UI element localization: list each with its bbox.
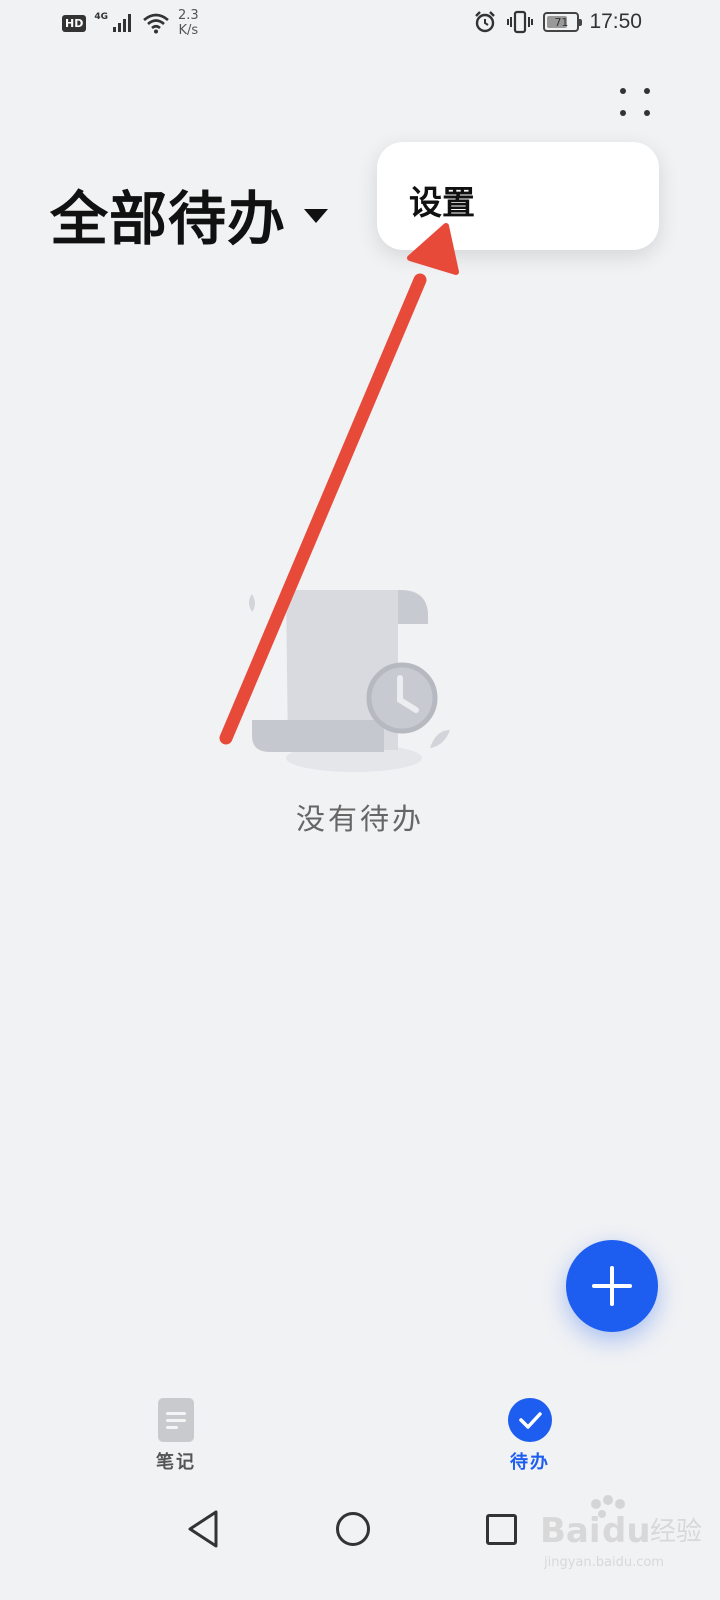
network-speed-value: 2.3 — [178, 8, 199, 23]
vibrate-icon — [507, 10, 534, 34]
tab-notes[interactable]: 笔记 — [116, 1396, 236, 1476]
page-title: 全部待办 — [50, 185, 287, 253]
svg-text:du: du — [602, 1511, 651, 1551]
battery-level: 71 — [554, 15, 569, 29]
tab-notes-label: 笔记 — [156, 1452, 196, 1473]
signal-icon — [113, 14, 131, 32]
more-options-icon[interactable] — [612, 80, 658, 126]
svg-text:经验: 经验 — [650, 1517, 702, 1547]
wifi-icon — [143, 13, 169, 34]
todo-filter-dropdown[interactable]: 全部待办 — [50, 172, 329, 256]
alarm-icon — [475, 11, 496, 33]
back-icon[interactable] — [186, 1506, 220, 1552]
empty-state-text: 没有待办 — [295, 802, 424, 836]
notes-icon — [158, 1398, 194, 1442]
menu-item-settings[interactable]: 设置 — [409, 176, 475, 224]
svg-text:jingyan.baidu.com: jingyan.baidu.com — [543, 1555, 664, 1570]
clock: 17:50 — [589, 10, 642, 33]
network-speed: 2.3 K/s — [178, 8, 199, 38]
tab-todo-label: 待办 — [510, 1452, 550, 1473]
recent-apps-icon[interactable] — [486, 1514, 517, 1545]
status-bar: HD 4G 2.3 K/s 71 17:50 — [0, 0, 720, 50]
network-type-label: 4G — [94, 12, 108, 22]
hd-badge: HD — [62, 14, 87, 32]
svg-text:Bai: Bai — [540, 1511, 601, 1551]
add-todo-button[interactable] — [566, 1240, 658, 1332]
battery-icon: 71 — [543, 12, 583, 32]
dropdown-triangle-icon — [304, 209, 329, 223]
tab-todo[interactable]: 待办 — [470, 1396, 590, 1476]
baidu-jingyan-watermark-logo: Bai du 经验 jingyan.baidu.com — [540, 1495, 702, 1570]
network-speed-unit: K/s — [178, 23, 199, 38]
checkmark-icon — [508, 1398, 552, 1442]
empty-todo-illustration — [249, 590, 450, 772]
home-icon[interactable] — [336, 1512, 370, 1546]
popup-menu: 设置 — [377, 142, 659, 250]
